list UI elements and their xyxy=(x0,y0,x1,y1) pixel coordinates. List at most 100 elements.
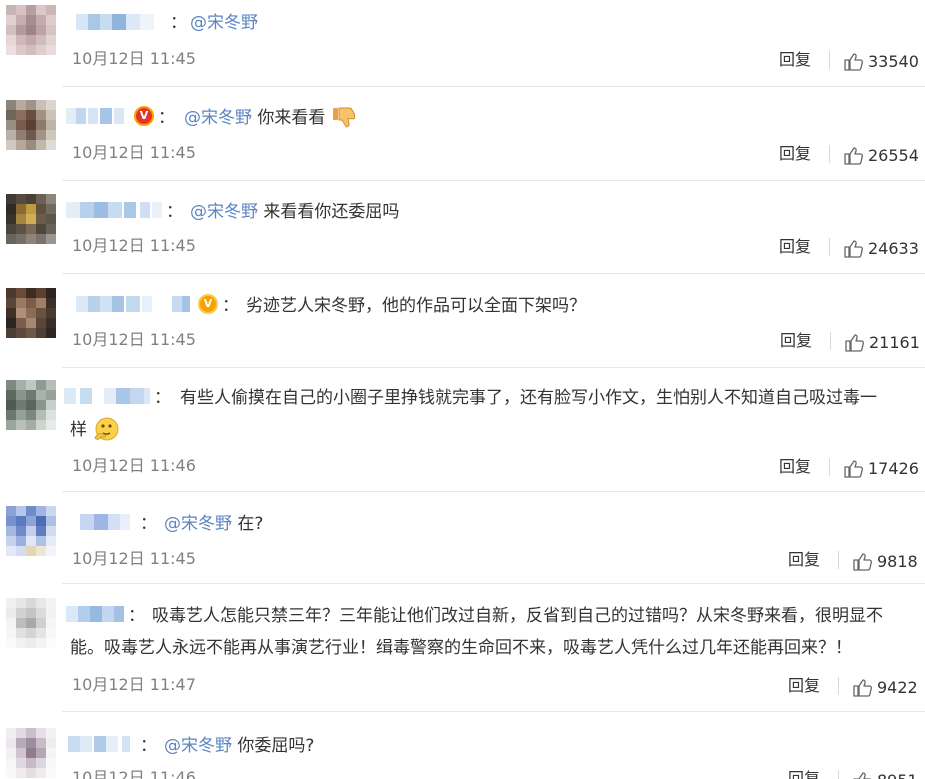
comment-body-line2: 样 xyxy=(70,420,87,440)
colon: ： xyxy=(222,296,239,316)
avatar[interactable] xyxy=(6,380,56,430)
comment-body: 在? xyxy=(237,514,264,534)
username[interactable] xyxy=(66,202,166,218)
comment-time: 10月12日 11:45 xyxy=(72,549,196,568)
thumbs-down-emoji-icon xyxy=(332,107,356,128)
mention-link[interactable]: @宋冬野 xyxy=(190,13,258,33)
thumbs-up-icon xyxy=(845,334,864,352)
comment-item: ： 有些人偷摸在自己的小圈子里挣钱就完事了，还有脸写小作文，生怕别人不知道自己吸… xyxy=(0,368,925,492)
divider xyxy=(829,238,830,256)
comment-text: @宋冬野 在? xyxy=(164,510,263,538)
avatar[interactable] xyxy=(6,506,56,556)
separator xyxy=(62,180,925,181)
colon: ： xyxy=(154,388,171,408)
comment-item: V ： @宋冬野 你来看看 10月12日 11:45 回复 26554 xyxy=(0,88,925,182)
comment-item: ： @宋冬野 你委屈吗? 10月12日 11:46 回复 8951 xyxy=(0,712,925,779)
reply-button[interactable]: 回复 xyxy=(788,676,820,696)
username[interactable] xyxy=(76,14,156,30)
comment-text: 有些人偷摸在自己的小圈子里挣钱就完事了，还有脸写小作文，生怕别人不知道自己吸过毒… xyxy=(180,384,877,412)
comment-text: 吸毒艺人怎能只禁三年？三年能让他们改过自新，反省到自己的过错吗？从宋冬野来看，很… xyxy=(152,602,883,630)
comment-text: 劣迹艺人宋冬野，他的作品可以全面下架吗？ xyxy=(246,292,586,320)
reply-button[interactable]: 回复 xyxy=(779,144,811,164)
divider xyxy=(829,51,830,69)
divider xyxy=(838,677,839,695)
thumbs-up-icon xyxy=(844,240,863,258)
thumbs-up-icon xyxy=(844,53,863,71)
comment-item: ： @宋冬野 10月12日 11:45 回复 33540 xyxy=(0,0,925,90)
comment-text: @宋冬野 xyxy=(190,9,258,37)
thinking-face-emoji-icon xyxy=(94,417,119,441)
reply-button[interactable]: 回复 xyxy=(779,457,811,477)
username[interactable] xyxy=(68,736,134,752)
mention-link[interactable]: @宋冬野 xyxy=(164,736,232,756)
like-count: 21161 xyxy=(869,333,920,352)
like-count: 17426 xyxy=(868,459,919,478)
comment-body: 你来看看 xyxy=(257,108,326,128)
comment-time: 10月12日 11:46 xyxy=(72,456,196,475)
like-button[interactable]: 17426 xyxy=(844,459,924,479)
mention-link[interactable]: @宋冬野 xyxy=(184,108,252,128)
verified-badge-icon: V xyxy=(198,294,218,314)
divider xyxy=(838,551,839,569)
username[interactable] xyxy=(64,388,152,404)
like-button[interactable]: 21161 xyxy=(845,333,925,353)
divider xyxy=(830,332,831,350)
comment-body: 劣迹艺人宋冬野，他的作品可以全面下架吗？ xyxy=(246,296,586,316)
username[interactable] xyxy=(66,108,126,124)
avatar[interactable] xyxy=(6,100,56,150)
like-button[interactable]: 24633 xyxy=(844,239,924,259)
colon: ： xyxy=(140,736,157,756)
reply-button[interactable]: 回复 xyxy=(788,550,820,570)
mention-link[interactable]: @宋冬野 xyxy=(190,202,258,222)
avatar[interactable] xyxy=(6,728,56,778)
comment-body: 你委屈吗? xyxy=(237,736,315,756)
thumbs-up-icon xyxy=(844,460,863,478)
comment-time: 10月12日 11:45 xyxy=(72,49,196,68)
thumbs-up-icon xyxy=(853,772,872,779)
avatar[interactable] xyxy=(6,5,56,55)
thumbs-up-icon xyxy=(853,553,872,571)
comment-body-line1: 吸毒艺人怎能只禁三年？三年能让他们改过自新，反省到自己的过错吗？从宋冬野来看，很… xyxy=(152,606,883,626)
comment-text: @宋冬野 你来看看 xyxy=(184,104,357,132)
comment-text-cont: 能。吸毒艺人永远不能再从事演艺行业！缉毒警察的生命回不来，吸毒艺人凭什么过几年还… xyxy=(70,634,852,662)
colon: ： xyxy=(170,13,187,33)
like-button[interactable]: 9818 xyxy=(853,552,925,572)
username[interactable] xyxy=(66,606,126,622)
comment-body: 来看看你还委屈吗 xyxy=(263,202,400,222)
like-count: 24633 xyxy=(868,239,919,258)
comment-time: 10月12日 11:45 xyxy=(72,236,196,255)
separator xyxy=(62,86,925,87)
comment-body-line1: 有些人偷摸在自己的小圈子里挣钱就完事了，还有脸写小作文，生怕别人不知道自己吸过毒… xyxy=(180,388,877,408)
avatar[interactable] xyxy=(6,598,56,648)
like-count: 8951 xyxy=(877,771,918,779)
divider xyxy=(829,458,830,476)
like-button[interactable]: 33540 xyxy=(844,52,924,72)
comment-text: @宋冬野 来看看你还委屈吗 xyxy=(190,198,399,226)
mention-link[interactable]: @宋冬野 xyxy=(164,514,232,534)
like-count: 9422 xyxy=(877,678,918,697)
like-button[interactable]: 9422 xyxy=(853,678,925,698)
comment-body-line2: 能。吸毒艺人永远不能再从事演艺行业！缉毒警察的生命回不来，吸毒艺人凭什么过几年还… xyxy=(70,638,852,658)
avatar[interactable] xyxy=(6,288,56,338)
avatar[interactable] xyxy=(6,194,56,244)
reply-button[interactable]: 回复 xyxy=(788,769,820,779)
comment-time: 10月12日 11:45 xyxy=(72,330,196,349)
comment-item: ： 吸毒艺人怎能只禁三年？三年能让他们改过自新，反省到自己的过错吗？从宋冬野来看… xyxy=(0,584,925,712)
like-button[interactable]: 26554 xyxy=(844,146,924,166)
thumbs-up-icon xyxy=(853,679,872,697)
username[interactable] xyxy=(76,296,194,312)
like-count: 9818 xyxy=(877,552,918,571)
like-button[interactable]: 8951 xyxy=(853,771,925,779)
comment-text: @宋冬野 你委屈吗? xyxy=(164,732,314,760)
comment-time: 10月12日 11:46 xyxy=(72,768,196,779)
reply-button[interactable]: 回复 xyxy=(779,50,811,70)
like-count: 26554 xyxy=(868,146,919,165)
reply-button[interactable]: 回复 xyxy=(779,237,811,257)
colon: ： xyxy=(158,108,175,128)
comment-item: ： @宋冬野 在? 10月12日 11:45 回复 9818 xyxy=(0,492,925,584)
username[interactable] xyxy=(80,514,130,530)
comment-text-cont: 样 xyxy=(70,416,120,444)
comment-time: 10月12日 11:45 xyxy=(72,143,196,162)
reply-button[interactable]: 回复 xyxy=(780,331,812,351)
colon: ： xyxy=(128,606,145,626)
